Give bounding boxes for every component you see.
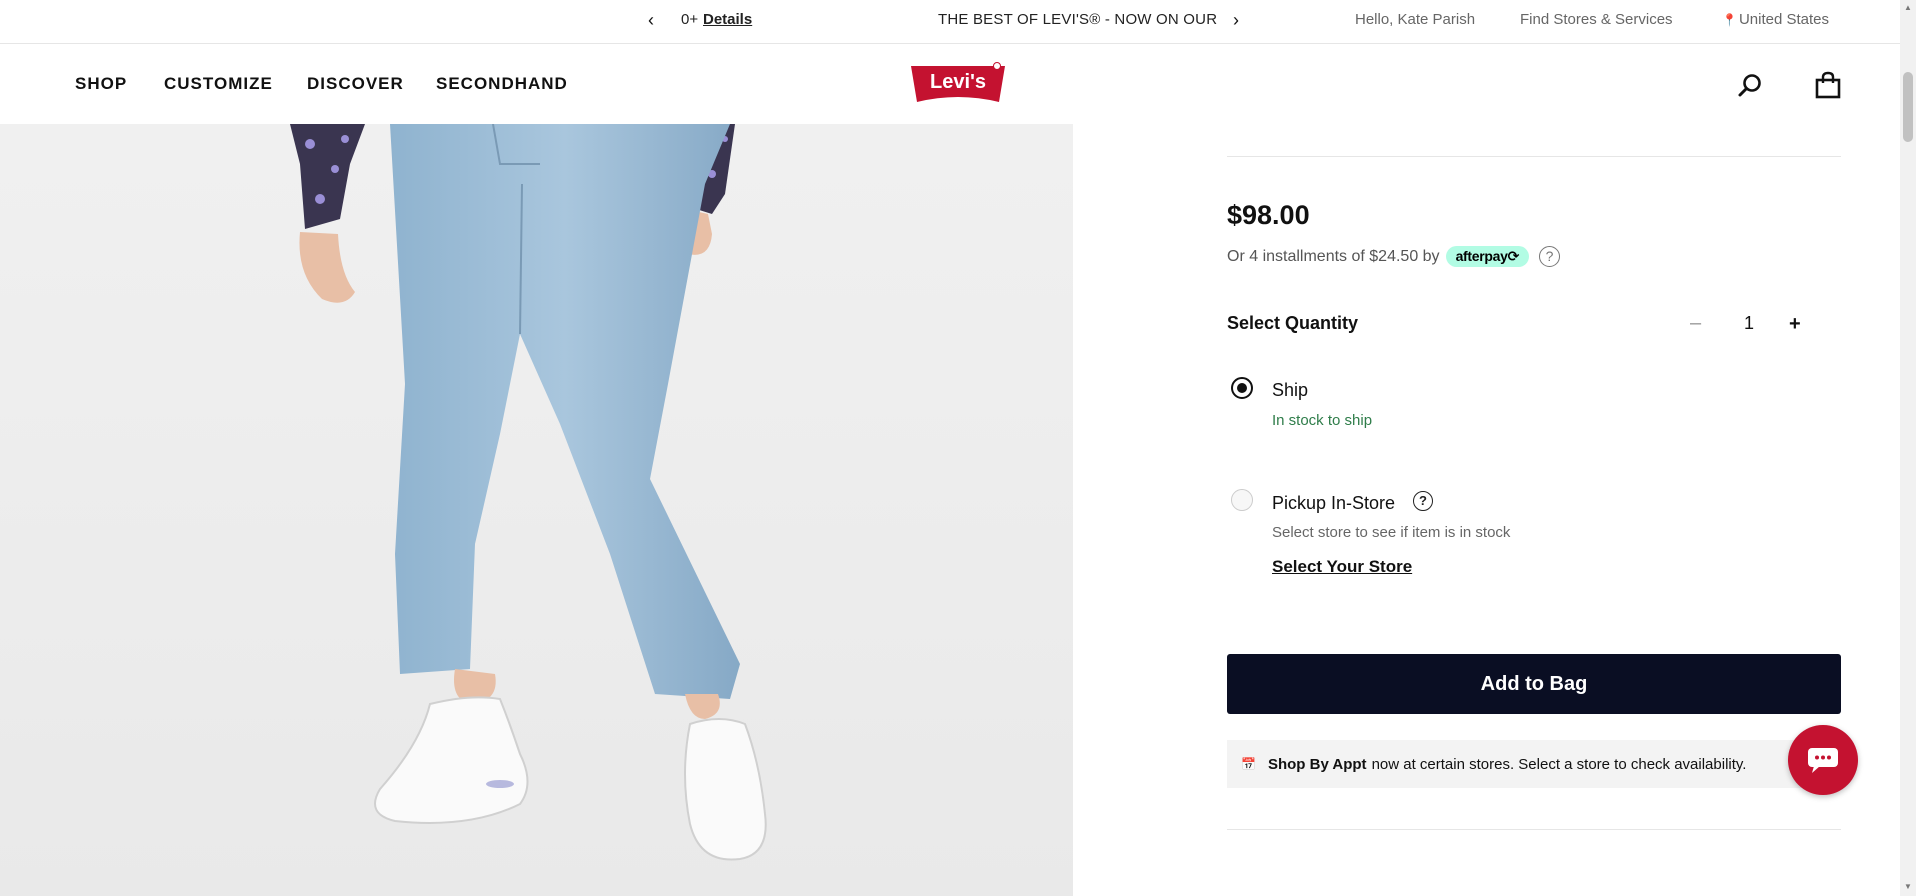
quantity-label: Select Quantity bbox=[1227, 313, 1359, 333]
ship-label[interactable]: Ship bbox=[1272, 380, 1308, 401]
section-divider-bottom bbox=[1227, 829, 1841, 830]
page-scrollbar[interactable]: ▲ ▼ bbox=[1900, 0, 1916, 896]
promo-count: 0+ bbox=[681, 11, 699, 28]
installments-info: Or 4 installments of $24.50 by afterpay⟳… bbox=[1227, 246, 1561, 267]
nav-item-customize[interactable]: CUSTOMIZE bbox=[164, 74, 273, 94]
ship-radio[interactable] bbox=[1231, 377, 1253, 399]
search-icon[interactable] bbox=[1737, 72, 1763, 98]
product-price: $98.00 bbox=[1227, 200, 1310, 230]
nav-item-shop[interactable]: SHOP bbox=[75, 74, 127, 94]
add-to-bag-button[interactable]: Add to Bag bbox=[1227, 654, 1841, 714]
promo-prev-arrow-icon[interactable]: ‹ bbox=[648, 10, 654, 30]
logo-text: Levi's bbox=[930, 71, 986, 93]
afterpay-help-icon[interactable]: ? bbox=[1539, 246, 1561, 267]
section-divider bbox=[1227, 156, 1841, 157]
main-nav: SHOP CUSTOMIZE DISCOVER SECONDHAND Levi'… bbox=[0, 44, 1900, 124]
nav-item-secondhand[interactable]: SECONDHAND bbox=[436, 74, 568, 94]
find-stores-link[interactable]: Find Stores & Services bbox=[1520, 11, 1673, 28]
installments-text: Or 4 installments of $24.50 by bbox=[1227, 247, 1440, 265]
pickup-label[interactable]: Pickup In-Store bbox=[1272, 493, 1395, 514]
scrollbar-thumb[interactable] bbox=[1903, 72, 1913, 142]
pickup-help-icon[interactable]: ? bbox=[1413, 491, 1433, 511]
select-store-link[interactable]: Select Your Store bbox=[1272, 557, 1412, 577]
nav-item-discover[interactable]: DISCOVER bbox=[307, 74, 404, 94]
scroll-up-arrow-icon[interactable]: ▲ bbox=[1904, 3, 1912, 12]
location-pin-icon: 📍 bbox=[1722, 13, 1737, 27]
country-selector[interactable]: 📍 United States bbox=[1722, 11, 1829, 28]
pickup-note: Select store to see if item is in stock bbox=[1272, 524, 1511, 541]
scroll-down-arrow-icon[interactable]: ▼ bbox=[1904, 882, 1912, 891]
calendar-icon: 📅 bbox=[1241, 757, 1256, 771]
promo-details-link[interactable]: Details bbox=[703, 11, 752, 28]
promo-next-arrow-icon[interactable]: › bbox=[1233, 10, 1239, 30]
chat-button[interactable] bbox=[1788, 725, 1858, 795]
quantity-value[interactable]: 1 bbox=[1744, 313, 1754, 334]
ship-status: In stock to ship bbox=[1272, 412, 1373, 429]
pickup-radio[interactable] bbox=[1231, 489, 1253, 511]
user-greeting[interactable]: Hello, Kate Parish bbox=[1355, 11, 1475, 28]
shopping-bag-icon[interactable] bbox=[1815, 71, 1841, 99]
promo-bar: ‹ 0+ Details THE BEST OF LEVI'S® - NOW O… bbox=[0, 0, 1900, 44]
levis-logo[interactable]: Levi's bbox=[909, 62, 1007, 106]
shop-by-appt-banner: 📅 Shop By Appt now at certain stores. Se… bbox=[1227, 740, 1841, 788]
quantity-increase-button[interactable]: + bbox=[1789, 313, 1801, 336]
afterpay-badge: afterpay⟳ bbox=[1445, 246, 1530, 267]
appt-strong-text: Shop By Appt bbox=[1267, 755, 1367, 773]
product-photo-jeans bbox=[290, 124, 767, 861]
appt-text: now at certain stores. Select a store to… bbox=[1371, 755, 1747, 773]
product-image[interactable] bbox=[0, 124, 1073, 896]
chat-bubble-icon bbox=[1808, 748, 1838, 773]
quantity-decrease-button[interactable]: – bbox=[1690, 312, 1701, 335]
promo-headline: THE BEST OF LEVI'S® - NOW ON OUR bbox=[938, 11, 1218, 28]
country-label: United States bbox=[1738, 11, 1830, 28]
